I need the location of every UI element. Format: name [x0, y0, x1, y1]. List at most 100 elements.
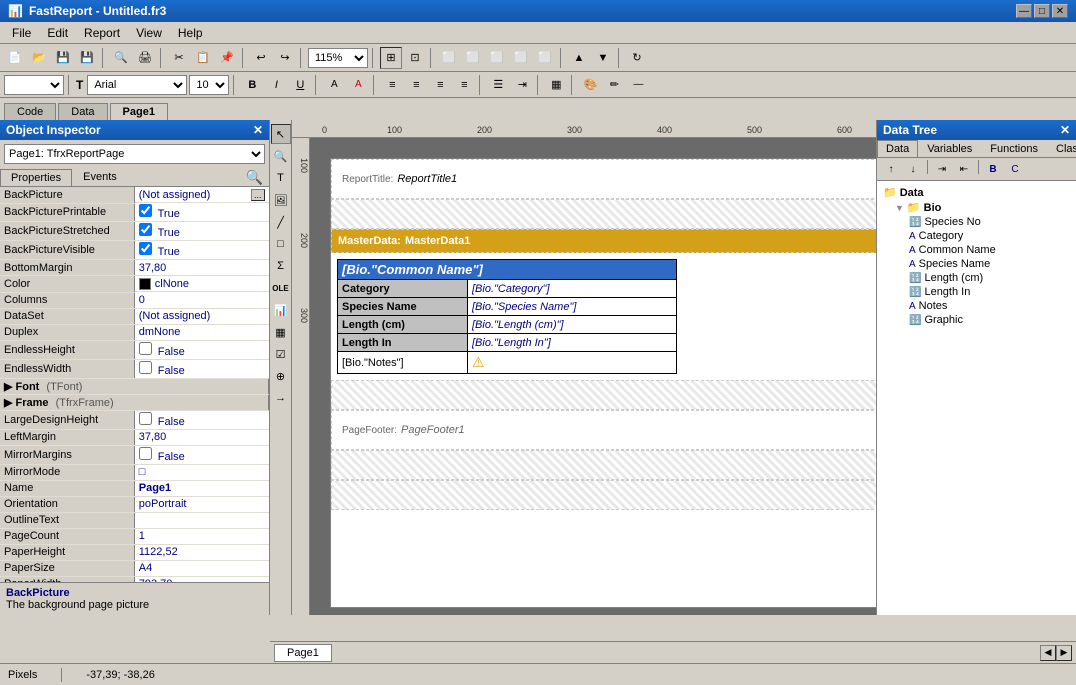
- prop-orientation[interactable]: Orientation poPortrait: [0, 496, 269, 512]
- backpicturevisible-check[interactable]: [139, 242, 152, 255]
- tree-refresh[interactable]: C: [1005, 160, 1025, 178]
- panel-close-button[interactable]: ✕: [253, 123, 263, 137]
- border-button[interactable]: ▦: [545, 74, 567, 96]
- menu-report[interactable]: Report: [76, 24, 128, 42]
- text-tool[interactable]: T: [271, 168, 291, 188]
- prop-frame-group[interactable]: ▶ Frame (TfrxFrame): [0, 394, 269, 410]
- new-button[interactable]: 📄: [4, 47, 26, 69]
- zoom-tool[interactable]: 🔍: [271, 146, 291, 166]
- tab-events[interactable]: Events: [72, 168, 128, 186]
- prop-backpicturestretched[interactable]: BackPictureStretched True: [0, 222, 269, 241]
- tree-sort-asc[interactable]: ↑: [881, 160, 901, 178]
- prop-backpictureprintable[interactable]: BackPicturePrintable True: [0, 203, 269, 222]
- minimize-button[interactable]: —: [1016, 4, 1032, 18]
- tree-item-length-cm[interactable]: 🔢 Length (cm): [881, 271, 1072, 285]
- print-button[interactable]: 🖨: [134, 47, 156, 69]
- open-button[interactable]: 📂: [28, 47, 50, 69]
- grid-button[interactable]: ⊞: [380, 47, 402, 69]
- save-button[interactable]: 💾: [52, 47, 74, 69]
- backpictureprintable-check[interactable]: [139, 204, 152, 217]
- tree-item-notes[interactable]: A Notes: [881, 299, 1072, 313]
- chart-tool[interactable]: 📊: [271, 300, 291, 320]
- preview-button[interactable]: 🔍: [110, 47, 132, 69]
- font-size-combo[interactable]: 10 8 12 14: [189, 75, 229, 95]
- line-button[interactable]: ✏: [603, 74, 625, 96]
- report-title-band[interactable]: ReportTitle: ReportTitle1: [331, 159, 876, 199]
- align-text-justify[interactable]: ≡: [453, 74, 475, 96]
- table-row-title[interactable]: [Bio."Common Name"]: [338, 260, 677, 280]
- copy-button[interactable]: 📋: [192, 47, 214, 69]
- page-scroll-right[interactable]: ▶: [1056, 645, 1072, 661]
- title-controls[interactable]: — □ ✕: [1016, 4, 1068, 18]
- tree-item-length-in[interactable]: 🔢 Length In: [881, 285, 1072, 299]
- redo-button[interactable]: ↪: [274, 47, 296, 69]
- picture-tool[interactable]: 🖼: [271, 190, 291, 210]
- misc-tool[interactable]: ⊕: [271, 366, 291, 386]
- page-footer-band[interactable]: PageFooter: PageFooter1: [331, 410, 876, 450]
- tab-data[interactable]: Data: [58, 103, 107, 120]
- tree-item-common-name[interactable]: A Common Name: [881, 243, 1072, 257]
- align-text-left[interactable]: ≡: [381, 74, 403, 96]
- rect-tool[interactable]: □: [271, 234, 291, 254]
- data-tree-close[interactable]: ✕: [1060, 123, 1070, 137]
- line-spacing-button[interactable]: ☰: [487, 74, 509, 96]
- align-top[interactable]: ⬜: [510, 47, 532, 69]
- align-left[interactable]: ⬜: [438, 47, 460, 69]
- underline-button[interactable]: U: [289, 74, 311, 96]
- prop-backpicture[interactable]: BackPicture (Not assigned) ...: [0, 187, 269, 203]
- zoom-combo[interactable]: 115% 75% 100% 150% 200%: [308, 48, 368, 68]
- align-text-center[interactable]: ≡: [405, 74, 427, 96]
- prop-outlinetext[interactable]: OutlineText: [0, 512, 269, 528]
- prop-papersize[interactable]: PaperSize A4: [0, 560, 269, 576]
- prop-bottommargin[interactable]: BottomMargin 37,80: [0, 260, 269, 276]
- prop-duplex[interactable]: Duplex dmNone: [0, 324, 269, 340]
- menu-help[interactable]: Help: [170, 24, 211, 42]
- ole-tool[interactable]: OLE: [271, 278, 291, 298]
- italic-button[interactable]: I: [265, 74, 287, 96]
- tree-outdent[interactable]: ⇤: [954, 160, 974, 178]
- tab-code[interactable]: Code: [4, 103, 56, 120]
- align-text-right[interactable]: ≡: [429, 74, 451, 96]
- prop-mirrormode[interactable]: MirrorMode □: [0, 464, 269, 480]
- sum-tool[interactable]: Σ: [271, 256, 291, 276]
- save-as-button[interactable]: 💾: [76, 47, 98, 69]
- prop-font-group[interactable]: ▶ Font (TFont): [0, 378, 269, 394]
- table-row-length-cm[interactable]: Length (cm) [Bio."Length (cm)"]: [338, 316, 677, 334]
- title-cell[interactable]: [Bio."Common Name"]: [338, 260, 677, 280]
- canvas-area[interactable]: 0 100 200 300 400 500 600 700 800 100 20…: [292, 120, 876, 615]
- bold-button[interactable]: B: [241, 74, 263, 96]
- select-tool[interactable]: ↖: [271, 124, 291, 144]
- table-row-notes[interactable]: [Bio."Notes"] ⚠: [338, 352, 677, 374]
- tree-tab-functions[interactable]: Functions: [981, 140, 1047, 157]
- prop-mirrormargins[interactable]: MirrorMargins False: [0, 445, 269, 464]
- prop-endlesswidth[interactable]: EndlessWidth False: [0, 359, 269, 378]
- tree-item-species-no[interactable]: 🔢 Species No: [881, 215, 1072, 229]
- paste-button[interactable]: 📌: [216, 47, 238, 69]
- align-bottom[interactable]: ⬜: [534, 47, 556, 69]
- data-table[interactable]: [Bio."Common Name"] Category [Bio."Categ…: [337, 259, 677, 374]
- prop-leftmargin[interactable]: LeftMargin 37,80: [0, 429, 269, 445]
- search-icon[interactable]: 🔍: [246, 169, 263, 186]
- backpicturestretched-check[interactable]: [139, 223, 152, 236]
- tree-item-category[interactable]: A Category: [881, 229, 1072, 243]
- font-name-combo[interactable]: Arial: [87, 75, 187, 95]
- tree-indent[interactable]: ⇥: [932, 160, 952, 178]
- rotate-btn[interactable]: ↻: [626, 47, 648, 69]
- bring-front[interactable]: ▲: [568, 47, 590, 69]
- tree-item-graphic[interactable]: 🔢 Graphic: [881, 313, 1072, 327]
- font-style-combo[interactable]: [4, 75, 64, 95]
- font-color-button[interactable]: A: [347, 74, 369, 96]
- prop-paperheight[interactable]: PaperHeight 1122,52: [0, 544, 269, 560]
- line-width-button[interactable]: —: [627, 74, 649, 96]
- close-button[interactable]: ✕: [1052, 4, 1068, 18]
- prop-largedesignheight[interactable]: LargeDesignHeight False: [0, 410, 269, 429]
- largedesignheight-check[interactable]: [139, 412, 152, 425]
- barcode-tool[interactable]: ▦: [271, 322, 291, 342]
- line-tool[interactable]: ╱: [271, 212, 291, 232]
- tab-page1[interactable]: Page1: [110, 103, 168, 120]
- prop-endlessheight[interactable]: EndlessHeight False: [0, 340, 269, 359]
- check-tool[interactable]: ☑: [271, 344, 291, 364]
- backpicture-button[interactable]: ...: [251, 189, 265, 201]
- prop-color[interactable]: Color clNone: [0, 276, 269, 293]
- indent-button[interactable]: ⇥: [511, 74, 533, 96]
